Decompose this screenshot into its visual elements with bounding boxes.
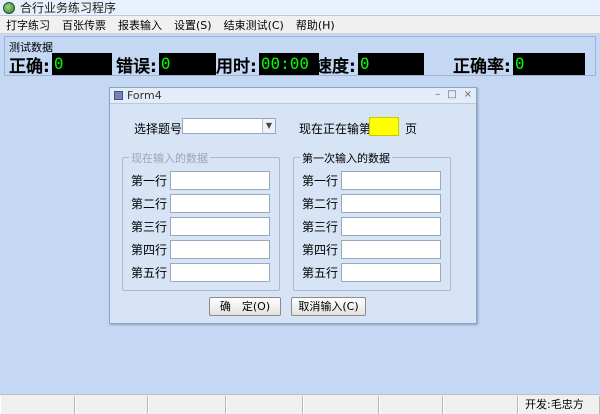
stat-speed: 速度: 0 [315, 53, 424, 77]
form4-dialog: Form4 – □ × 选择题号 ▼ 现在正在输第 页 现在输入的数据 第一行 … [109, 87, 477, 324]
cancel-input-button[interactable]: 取消输入(C) [291, 297, 366, 316]
stat-speed-label: 速度: [315, 56, 356, 77]
maximize-icon[interactable]: □ [447, 89, 456, 100]
menu-bar: 打字练习 百张传票 报表输入 设置(S) 结束测试(C) 帮助(H) [0, 16, 600, 34]
current-row-1: 第一行 [131, 170, 270, 190]
developer-credit: 开发:毛忠方 [525, 398, 584, 411]
stat-speed-value: 0 [357, 53, 424, 75]
select-question-label: 选择题号 [134, 122, 183, 136]
current-input-group: 现在输入的数据 第一行 第二行 第三行 第四行 第五行 [122, 150, 280, 291]
status-panel [303, 396, 379, 414]
confirm-button[interactable]: 确 定(O) [209, 297, 281, 316]
first-row-4: 第四行 [302, 239, 441, 259]
stat-correct: 正确: 0 [9, 53, 112, 77]
title-bar: 合行业务练习程序 [0, 0, 600, 16]
current-row-4-input[interactable] [170, 239, 270, 259]
row-label: 第五行 [131, 265, 168, 280]
first-row-3-input[interactable] [341, 216, 441, 236]
stat-accuracy-label: 正确率: [453, 56, 511, 77]
first-row-1: 第一行 [302, 170, 441, 190]
current-row-5-input[interactable] [170, 262, 270, 282]
status-bar: 开发:毛忠方 [0, 394, 600, 414]
first-input-group: 第一次输入的数据 第一行 第二行 第三行 第四行 第五行 [293, 150, 451, 291]
menu-end-test[interactable]: 结束测试(C) [224, 17, 284, 33]
form4-title: Form4 [127, 89, 162, 102]
status-panel-developer: 开发:毛忠方 [518, 396, 600, 414]
stat-errors-label: 错误: [116, 56, 157, 77]
app-icon [3, 1, 15, 14]
current-page-box [369, 117, 399, 136]
current-row-3: 第三行 [131, 216, 270, 236]
status-panel [226, 396, 303, 414]
current-row-4: 第四行 [131, 239, 270, 259]
stat-correct-value: 0 [51, 53, 112, 75]
row-label: 第一行 [131, 173, 168, 188]
chevron-down-icon[interactable]: ▼ [262, 119, 275, 133]
menu-settings[interactable]: 设置(S) [174, 17, 212, 33]
row-label: 第四行 [302, 242, 339, 257]
first-row-5: 第五行 [302, 262, 441, 282]
status-panel [443, 396, 518, 414]
first-row-2: 第二行 [302, 193, 441, 213]
row-label: 第一行 [302, 173, 339, 188]
row-label: 第二行 [131, 196, 168, 211]
row-label: 第三行 [131, 219, 168, 234]
current-row-3-input[interactable] [170, 216, 270, 236]
status-panel [379, 396, 443, 414]
first-row-1-input[interactable] [341, 170, 441, 190]
menu-typing-practice[interactable]: 打字练习 [6, 17, 50, 33]
status-panel [148, 396, 226, 414]
current-page-label: 现在正在输第 [299, 122, 372, 136]
current-row-5: 第五行 [131, 262, 270, 282]
menu-report-input[interactable]: 报表输入 [118, 17, 162, 33]
first-row-4-input[interactable] [341, 239, 441, 259]
minimize-icon[interactable]: – [435, 89, 440, 100]
row-label: 第四行 [131, 242, 168, 257]
current-row-2: 第二行 [131, 193, 270, 213]
menu-help[interactable]: 帮助(H) [296, 17, 335, 33]
close-icon[interactable]: × [464, 89, 472, 100]
page-unit-label: 页 [405, 122, 418, 136]
window-title: 合行业务练习程序 [20, 1, 117, 15]
stat-correct-label: 正确: [9, 56, 50, 77]
status-panel [75, 396, 148, 414]
current-row-1-input[interactable] [170, 170, 270, 190]
question-select[interactable]: ▼ [182, 118, 276, 134]
stat-errors-value: 0 [158, 53, 216, 75]
stat-time-label: 用时: [216, 56, 257, 77]
row-label: 第三行 [302, 219, 339, 234]
row-label: 第二行 [302, 196, 339, 211]
stat-accuracy-value: 0 [512, 53, 585, 75]
status-panel [0, 396, 75, 414]
window-controls: – □ × [435, 89, 472, 100]
stat-time: 用时: 00:00 [216, 53, 319, 77]
stat-errors: 错误: 0 [116, 53, 216, 77]
first-row-5-input[interactable] [341, 262, 441, 282]
stat-time-value: 00:00 [258, 53, 319, 75]
form-icon [114, 91, 123, 100]
first-input-group-title: 第一次输入的数据 [300, 150, 392, 166]
current-input-group-title: 现在输入的数据 [129, 150, 210, 166]
first-row-3: 第三行 [302, 216, 441, 236]
stat-accuracy: 正确率: 0 [453, 53, 585, 77]
first-row-2-input[interactable] [341, 193, 441, 213]
current-row-2-input[interactable] [170, 193, 270, 213]
menu-hundred-vouchers[interactable]: 百张传票 [62, 17, 106, 33]
row-label: 第五行 [302, 265, 339, 280]
stats-panel: 测试数据 正确: 0 错误: 0 用时: 00:00 速度: 0 正确率: 0 [4, 36, 596, 77]
form4-title-bar[interactable]: Form4 – □ × [110, 88, 476, 104]
